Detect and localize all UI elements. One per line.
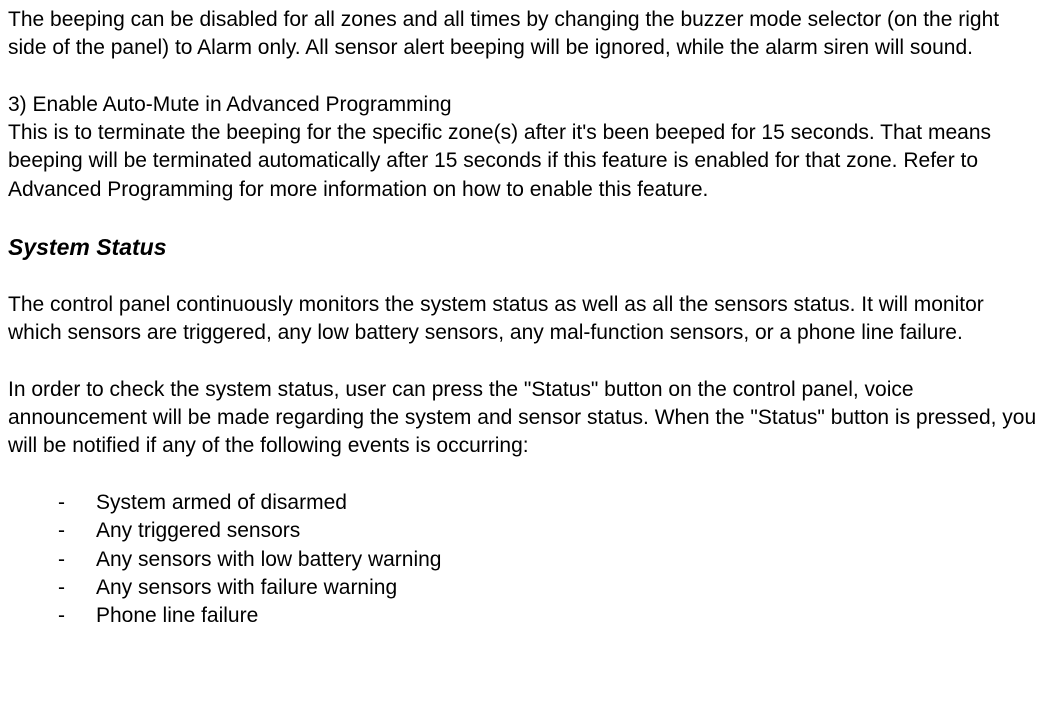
list-item-text: Any sensors with failure warning (96, 574, 397, 602)
list-item: - Any triggered sensors (58, 517, 1037, 545)
list-item-text: Any sensors with low battery warning (96, 546, 442, 574)
heading-system-status: System Status (8, 232, 1037, 263)
subsection-title-auto-mute: 3) Enable Auto-Mute in Advanced Programm… (8, 91, 1037, 119)
status-event-list: - System armed of disarmed - Any trigger… (8, 489, 1037, 631)
blank-line (8, 204, 1037, 232)
list-bullet: - (58, 602, 96, 630)
list-item: - Any sensors with low battery warning (58, 546, 1037, 574)
blank-line (8, 263, 1037, 291)
list-bullet: - (58, 546, 96, 574)
list-item-text: Any triggered sensors (96, 517, 300, 545)
list-bullet: - (58, 489, 96, 517)
list-item-text: Phone line failure (96, 602, 258, 630)
paragraph-status-button: In order to check the system status, use… (8, 376, 1037, 461)
blank-line (8, 63, 1037, 91)
paragraph-auto-mute: This is to terminate the beeping for the… (8, 119, 1037, 204)
paragraph-monitoring: The control panel continuously monitors … (8, 291, 1037, 348)
list-item: - Phone line failure (58, 602, 1037, 630)
list-bullet: - (58, 517, 96, 545)
list-item: - System armed of disarmed (58, 489, 1037, 517)
list-item: - Any sensors with failure warning (58, 574, 1037, 602)
blank-line (8, 461, 1037, 489)
list-bullet: - (58, 574, 96, 602)
blank-line (8, 348, 1037, 376)
paragraph-buzzer-mode: The beeping can be disabled for all zone… (8, 6, 1037, 63)
list-item-text: System armed of disarmed (96, 489, 347, 517)
